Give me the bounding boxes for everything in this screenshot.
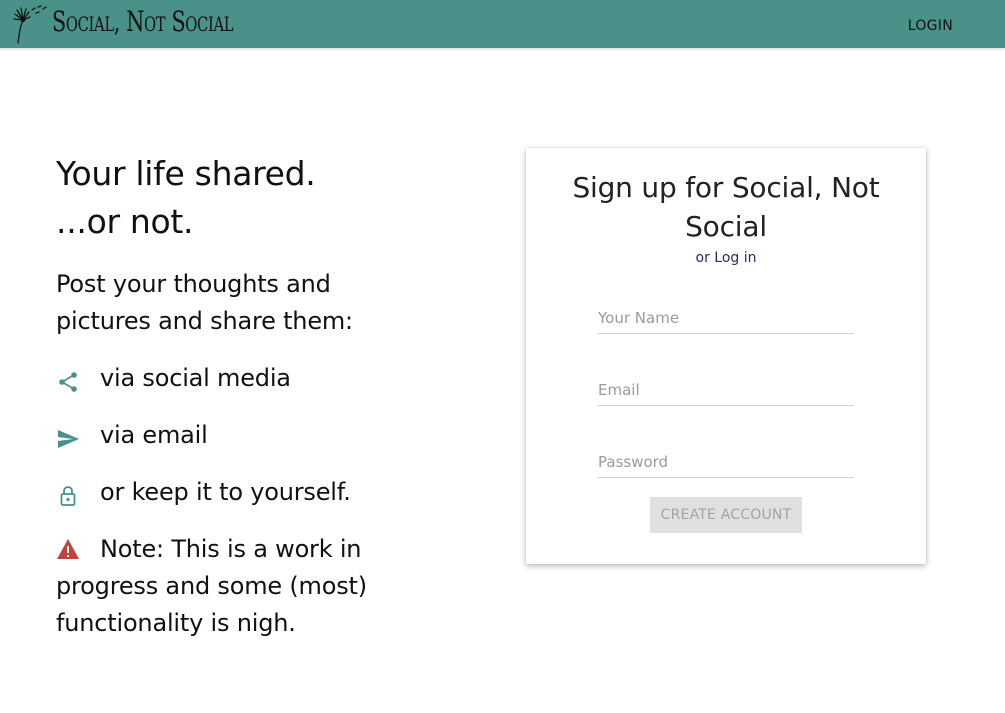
app-header: Social, Not Social LOGIN — [0, 0, 1005, 48]
send-icon — [58, 430, 79, 448]
warning-icon — [57, 539, 79, 559]
log-in-link[interactable]: or Log in — [696, 250, 757, 266]
dandelion-logo-icon[interactable] — [8, 3, 48, 45]
share-icon — [59, 372, 77, 392]
lock-icon — [60, 486, 76, 506]
wip-note-text: Note: This is a work in progress and som… — [56, 535, 367, 637]
signup-title: Sign up for Social, Not Social — [572, 171, 880, 243]
brand-name[interactable]: Social, Not Social — [52, 5, 234, 38]
headline-line-1: Your life shared. — [56, 154, 316, 193]
feature-private: or keep it to yourself. — [56, 474, 416, 511]
hero-intro: Post your thoughts and pictures and shar… — [56, 270, 353, 335]
headline-line-2: ...or not. — [56, 202, 194, 241]
login-nav-link[interactable]: LOGIN — [908, 18, 953, 34]
feature-social-label: via social media — [100, 364, 291, 392]
feature-private-label: or keep it to yourself. — [100, 478, 351, 506]
hero-section: Your life shared. ...or not. Post your t… — [56, 150, 416, 642]
feature-email: via email — [56, 417, 416, 454]
feature-social: via social media — [56, 360, 416, 397]
email-input[interactable] — [598, 375, 854, 406]
create-account-button[interactable]: CREATE ACCOUNT — [650, 497, 802, 533]
name-input[interactable] — [598, 303, 854, 334]
feature-email-label: via email — [100, 421, 208, 449]
alt-login-text: or Log in — [526, 250, 926, 266]
wip-note: Note: This is a work in progress and som… — [56, 531, 416, 642]
signup-card: Sign up for Social, Not Social or Log in… — [526, 148, 926, 564]
hero-headline: Your life shared. ...or not. — [56, 150, 416, 246]
password-input[interactable] — [598, 447, 854, 478]
